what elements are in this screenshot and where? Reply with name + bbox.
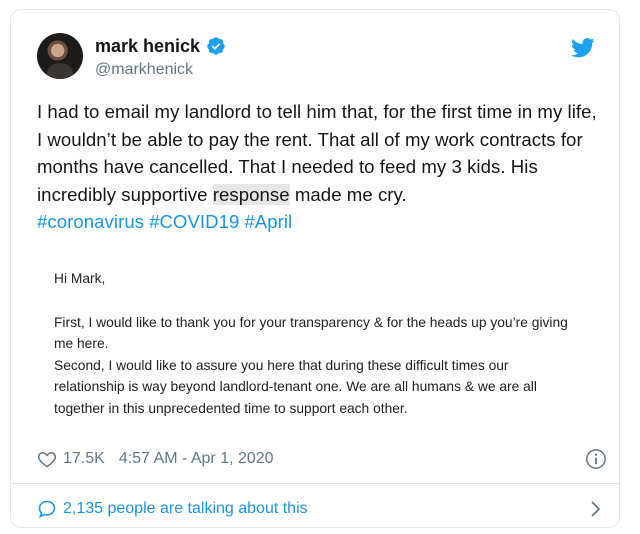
like-count[interactable]: 17.5K	[63, 450, 105, 468]
hashtag-link[interactable]: #April	[244, 211, 292, 232]
tweet-text-highlight: response	[212, 183, 290, 205]
letter-paragraph: Second, I would like to assure you here …	[54, 357, 537, 416]
letter-text: Hi Mark, First, I would like to thank yo…	[54, 268, 574, 419]
letter-paragraph: First, I would like to thank you for you…	[54, 314, 568, 352]
hashtag-link[interactable]: #coronavirus	[37, 211, 144, 232]
verified-badge-icon	[207, 37, 225, 55]
heart-icon[interactable]	[37, 449, 57, 469]
tweet-text-part: made me cry.	[289, 183, 407, 205]
avatar[interactable]	[37, 33, 83, 79]
letter-greeting: Hi Mark,	[54, 271, 106, 286]
author-name-row[interactable]: mark henick	[95, 35, 226, 57]
hashtag-link[interactable]: #COVID19	[149, 211, 239, 232]
author-name[interactable]: mark henick	[95, 35, 200, 57]
talking-count[interactable]: 2,135 people are talking about this	[63, 500, 308, 518]
timestamp[interactable]: 4:57 AM - Apr 1, 2020	[119, 450, 274, 468]
tweet-card: mark henick @markhenick I had to email m…	[10, 9, 620, 528]
author-handle[interactable]: @markhenick	[95, 60, 193, 80]
tweet-text: I had to email my landlord to tell him t…	[37, 98, 602, 236]
attached-image[interactable]: Hi Mark, First, I would like to thank yo…	[37, 252, 603, 442]
hashtag-list: #coronavirus #COVID19 #April	[37, 208, 602, 236]
tweet-meta: 17.5K 4:57 AM - Apr 1, 2020	[37, 447, 607, 471]
divider	[11, 483, 619, 484]
talking-link[interactable]: 2,135 people are talking about this	[37, 496, 607, 522]
speech-bubble-icon	[38, 500, 56, 519]
chevron-right-icon[interactable]	[587, 500, 603, 518]
info-icon[interactable]	[585, 448, 607, 470]
twitter-bird-icon[interactable]	[571, 38, 595, 58]
